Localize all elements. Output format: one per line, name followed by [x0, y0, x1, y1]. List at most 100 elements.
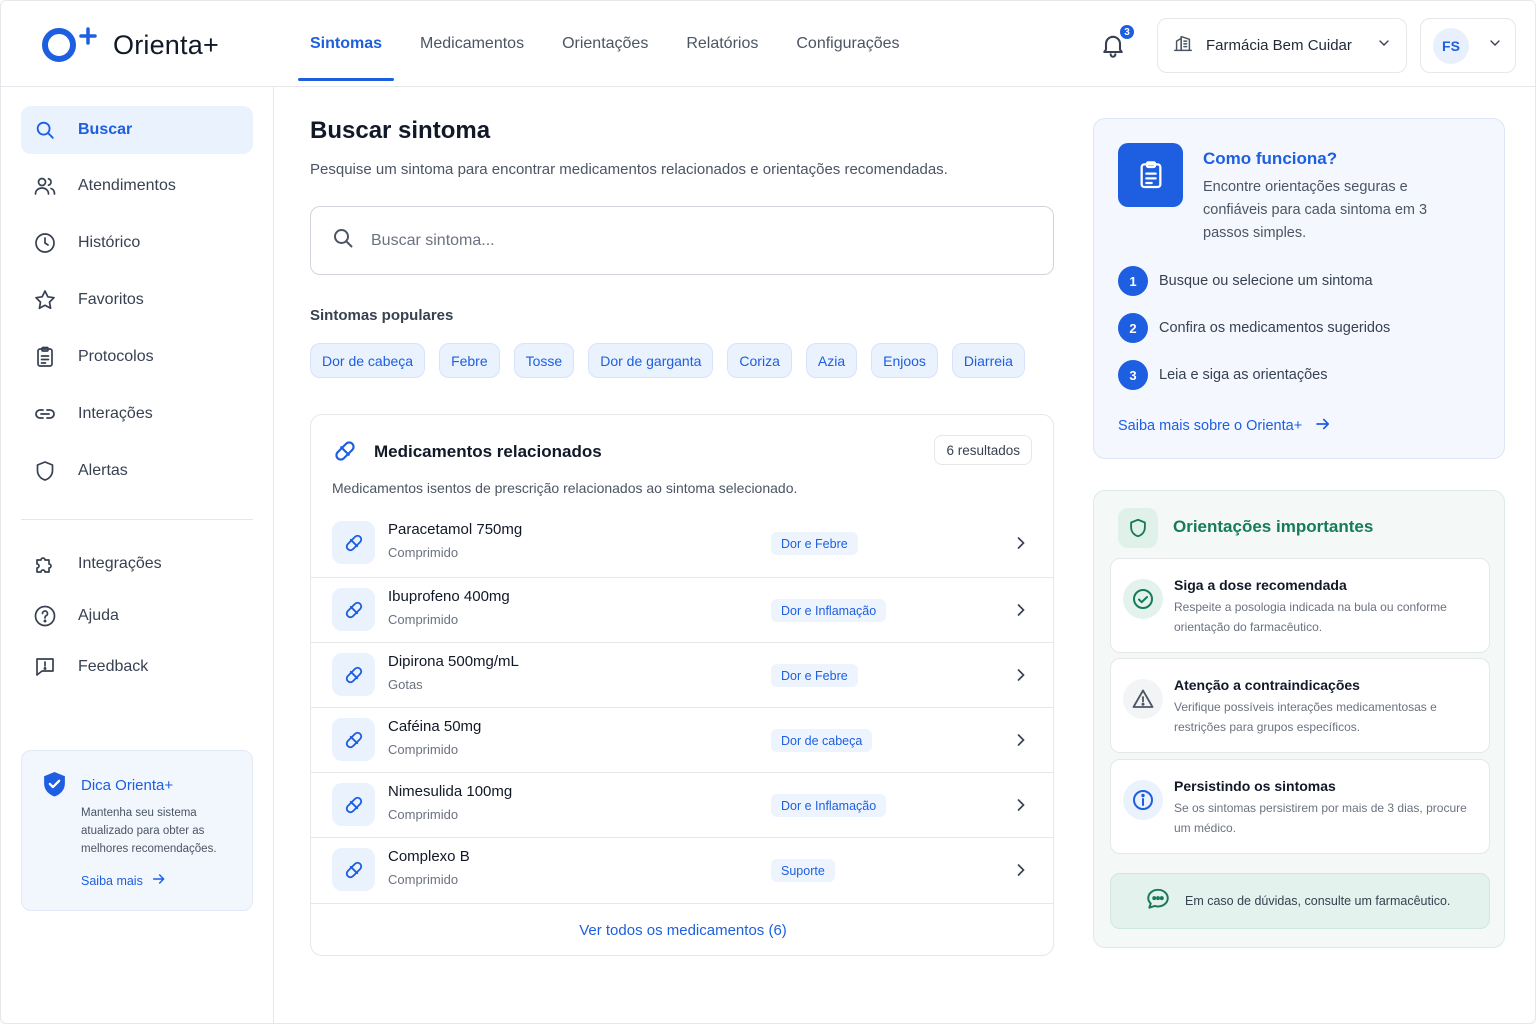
- medication-row[interactable]: Nimesulida 100mg Comprimido Dor e Inflam…: [311, 772, 1053, 837]
- sidebar-item-label: Atendimentos: [78, 177, 176, 194]
- medication-name: Dipirona 500mg/mL: [388, 653, 519, 670]
- medications-subtitle: Medicamentos isentos de prescrição relac…: [332, 480, 798, 496]
- popular-symptoms-title: Sintomas populares: [310, 307, 454, 324]
- medication-name: Complexo B: [388, 848, 470, 865]
- related-medications-panel: Medicamentos relacionados 6 resultados M…: [310, 414, 1054, 956]
- step-item: 1 Busque ou selecione um sintoma: [1118, 265, 1373, 297]
- page-title: Buscar sintoma: [310, 117, 491, 144]
- symptom-chip[interactable]: Tosse: [513, 343, 575, 378]
- sidebar-item-historico[interactable]: Histórico: [21, 219, 253, 267]
- app-window: Orienta+ Sintomas Medicamentos Orientaçõ…: [0, 0, 1536, 1024]
- guidance-card-title: Atenção a contraindicações: [1174, 677, 1360, 693]
- clock-icon: [33, 231, 57, 255]
- pill-icon: [332, 653, 375, 696]
- nav-tab-orientacoes[interactable]: Orientações: [550, 1, 660, 87]
- chevron-right-icon: [1011, 600, 1031, 620]
- app-name: Orienta+: [113, 29, 219, 60]
- how-it-works-panel: Como funciona? Encontre orientações segu…: [1093, 118, 1505, 459]
- sidebar-item-feedback[interactable]: Feedback: [21, 643, 253, 691]
- guidance-card-body: Verifique possíveis interações medicamen…: [1174, 700, 1437, 734]
- guidance-card-title: Siga a dose recomendada: [1174, 577, 1347, 593]
- puzzle-icon: [33, 552, 57, 576]
- chat-bubble-icon: [1145, 886, 1171, 917]
- medications-title: Medicamentos relacionados: [374, 442, 602, 461]
- tip-title: Dica Orienta+: [81, 777, 174, 794]
- avatar: FS: [1433, 27, 1469, 64]
- symptom-chip[interactable]: Azia: [805, 343, 858, 378]
- notification-badge: 3: [1118, 23, 1136, 41]
- top-bar: Orienta+ Sintomas Medicamentos Orientaçõ…: [1, 1, 1535, 87]
- sidebar-item-ajuda[interactable]: Ajuda: [21, 592, 253, 640]
- pharmacist-note-text: Em caso de dúvidas, consulte um farmacêu…: [1185, 894, 1451, 908]
- tip-link[interactable]: Saiba mais: [81, 871, 167, 890]
- medication-row[interactable]: Complexo B Comprimido Suporte: [311, 837, 1053, 902]
- message-alert-icon: [33, 655, 57, 679]
- sidebar-item-favoritos[interactable]: Favoritos: [21, 276, 253, 324]
- nav-tab-sintomas[interactable]: Sintomas: [298, 1, 395, 87]
- medication-row[interactable]: Paracetamol 750mg Comprimido Dor e Febre: [311, 511, 1053, 576]
- pill-icon: [332, 588, 375, 631]
- search-icon: [33, 118, 57, 142]
- sidebar-item-interacoes[interactable]: Interações: [21, 390, 253, 438]
- sidebar-item-buscar[interactable]: Buscar: [21, 106, 253, 154]
- symptom-chip[interactable]: Coriza: [727, 343, 792, 378]
- symptom-chip[interactable]: Dor de garganta: [588, 343, 714, 378]
- medication-row[interactable]: Dipirona 500mg/mL Gotas Dor e Febre: [311, 642, 1053, 707]
- medication-row[interactable]: Caféina 50mg Comprimido Dor de cabeça: [311, 707, 1053, 772]
- guidance-card: Persistindo os sintomas Se os sintomas p…: [1110, 759, 1490, 854]
- sidebar-item-alertas[interactable]: Alertas: [21, 447, 253, 495]
- symptom-chip[interactable]: Diarreia: [951, 343, 1025, 378]
- search-input[interactable]: [371, 231, 971, 250]
- medication-name: Paracetamol 750mg: [388, 521, 523, 538]
- pharmacist-note: Em caso de dúvidas, consulte um farmacêu…: [1110, 873, 1490, 929]
- medication-form: Comprimido: [388, 545, 459, 560]
- nav-tab-medicamentos[interactable]: Medicamentos: [408, 1, 536, 87]
- important-guidance-panel: Orientações importantes Siga a dose reco…: [1093, 490, 1505, 948]
- shield-icon: [1118, 508, 1158, 548]
- check-circle-icon: [1123, 579, 1163, 619]
- symptom-chip[interactable]: Dor de cabeça: [310, 343, 426, 378]
- star-icon: [33, 288, 57, 312]
- store-selector[interactable]: Farmácia Bem Cuidar: [1157, 18, 1407, 73]
- guidance-card: Siga a dose recomendada Respeite a posol…: [1110, 558, 1490, 653]
- pill-icon: [332, 718, 375, 761]
- sidebar-item-protocolos[interactable]: Protocolos: [21, 333, 253, 381]
- logo-mark-icon: [41, 27, 97, 63]
- logo[interactable]: Orienta+: [41, 27, 219, 63]
- symptom-chip[interactable]: Enjoos: [871, 343, 938, 378]
- sidebar-item-label: Integrações: [78, 555, 162, 572]
- sidebar-divider: [21, 519, 253, 520]
- step-text: Busque ou selecione um sintoma: [1159, 273, 1373, 289]
- search-icon: [331, 226, 355, 255]
- medication-tag: Dor e Febre: [771, 532, 858, 555]
- sidebar-item-atendimentos[interactable]: Atendimentos: [21, 162, 253, 210]
- guidance-card-body: Respeite a posologia indicada na bula ou…: [1174, 600, 1447, 634]
- users-icon: [33, 174, 57, 198]
- search-box[interactable]: [310, 206, 1054, 275]
- building-icon: [1172, 32, 1194, 59]
- sidebar-item-integracoes[interactable]: Integrações: [21, 540, 253, 588]
- view-all-medications-link[interactable]: Ver todos os medicamentos (6): [311, 903, 1053, 955]
- store-name: Farmácia Bem Cuidar: [1206, 37, 1352, 54]
- guidance-card-body: Se os sintomas persistirem por mais de 3…: [1174, 801, 1467, 835]
- results-count-badge: 6 resultados: [934, 435, 1032, 465]
- sidebar-item-label: Buscar: [78, 121, 133, 138]
- popular-symptoms-list: Dor de cabeça Febre Tosse Dor de gargant…: [310, 343, 1025, 378]
- warning-icon: [1123, 679, 1163, 719]
- symptom-chip[interactable]: Febre: [439, 343, 500, 378]
- medication-form: Gotas: [388, 677, 423, 692]
- learn-more-link[interactable]: Saiba mais sobre o Orienta+: [1118, 415, 1332, 437]
- sidebar-item-label: Histórico: [78, 234, 141, 251]
- tip-body: Mantenha seu sistema atualizado para obt…: [81, 807, 217, 855]
- medication-row[interactable]: Ibuprofeno 400mg Comprimido Dor e Inflam…: [311, 577, 1053, 642]
- nav-tab-configuracoes[interactable]: Configurações: [784, 1, 911, 87]
- medication-name: Ibuprofeno 400mg: [388, 588, 510, 605]
- chevron-right-icon: [1011, 665, 1031, 685]
- sidebar: Buscar Atendimentos Histórico Favoritos …: [1, 87, 274, 1023]
- nav-tab-relatorios[interactable]: Relatórios: [674, 1, 770, 87]
- medication-form: Comprimido: [388, 872, 459, 887]
- clipboard-icon: [1118, 143, 1183, 207]
- pill-icon: [332, 438, 358, 469]
- user-menu[interactable]: FS: [1420, 18, 1516, 73]
- step-text: Leia e siga as orientações: [1159, 367, 1328, 383]
